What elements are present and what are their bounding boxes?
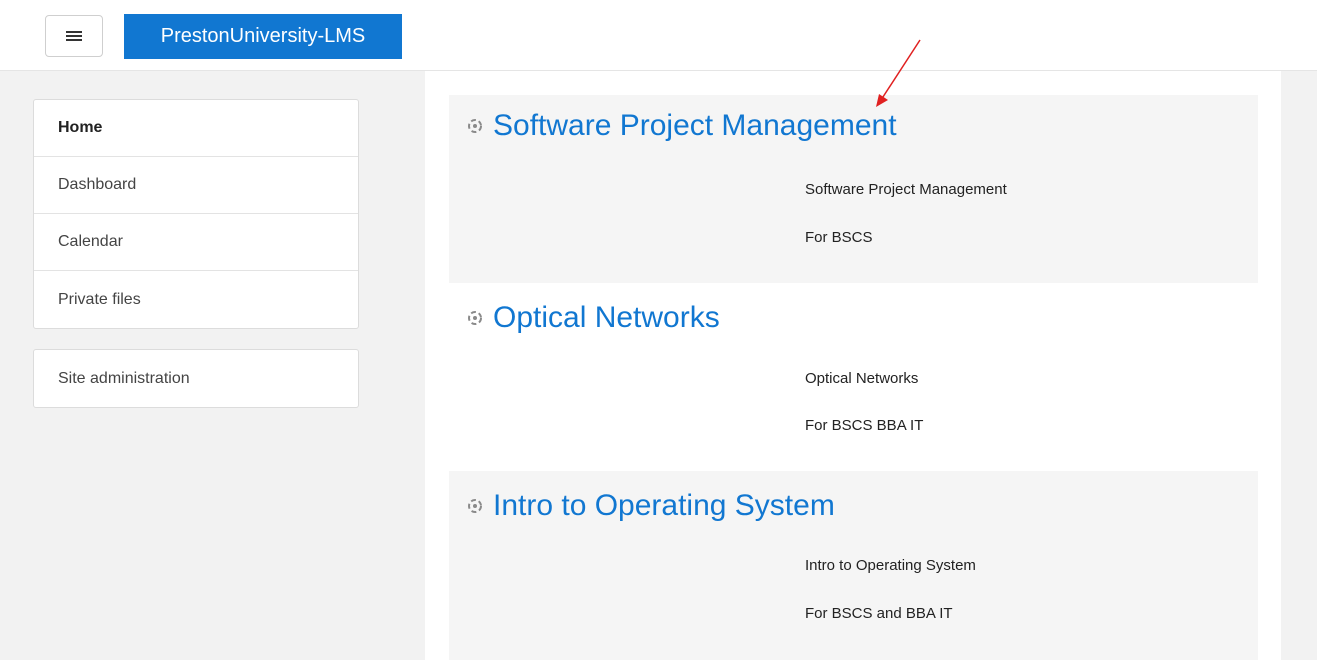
nav-block-main: Home Dashboard Calendar Private files (33, 99, 359, 329)
top-navbar: PrestonUniversity-LMS (0, 0, 1317, 71)
right-gutter (1281, 71, 1317, 660)
course-title-link[interactable]: Intro to Operating System (465, 489, 835, 523)
course-summary-audience: For BSCS (805, 229, 873, 246)
course-icon (468, 311, 482, 325)
course-summary-name: Optical Networks (805, 370, 919, 387)
course-title-link[interactable]: Optical Networks (465, 301, 720, 335)
course-summary-audience: For BSCS and BBA IT (805, 605, 953, 622)
sidebar-item-site-administration[interactable]: Site administration (34, 350, 358, 407)
course-title-text: Software Project Management (493, 109, 897, 142)
course-icon (468, 119, 482, 133)
course-box: Software Project Management Software Pro… (449, 95, 1258, 283)
course-summary-audience: For BSCS BBA IT (805, 417, 924, 434)
nav-drawer: Home Dashboard Calendar Private files Si… (0, 71, 425, 660)
course-title-text: Intro to Operating System (493, 489, 835, 522)
site-brand-link[interactable]: PrestonUniversity-LMS (124, 14, 402, 59)
nav-block-admin: Site administration (33, 349, 359, 408)
sidebar-item-calendar[interactable]: Calendar (34, 214, 358, 271)
course-box: Optical Networks Optical Networks For BS… (449, 283, 1258, 471)
nav-drawer-toggle-button[interactable] (45, 15, 103, 57)
sidebar-item-private-files[interactable]: Private files (34, 271, 358, 328)
course-box: Intro to Operating System Intro to Opera… (449, 471, 1258, 660)
course-icon (468, 499, 482, 513)
course-summary-name: Software Project Management (805, 181, 1007, 198)
course-summary-name: Intro to Operating System (805, 557, 976, 574)
course-title-text: Optical Networks (493, 301, 720, 334)
course-list: Software Project Management Software Pro… (425, 71, 1281, 660)
sidebar-item-dashboard[interactable]: Dashboard (34, 157, 358, 214)
course-title-link[interactable]: Software Project Management (465, 109, 897, 143)
hamburger-icon (66, 30, 82, 42)
sidebar-item-home[interactable]: Home (34, 100, 358, 157)
